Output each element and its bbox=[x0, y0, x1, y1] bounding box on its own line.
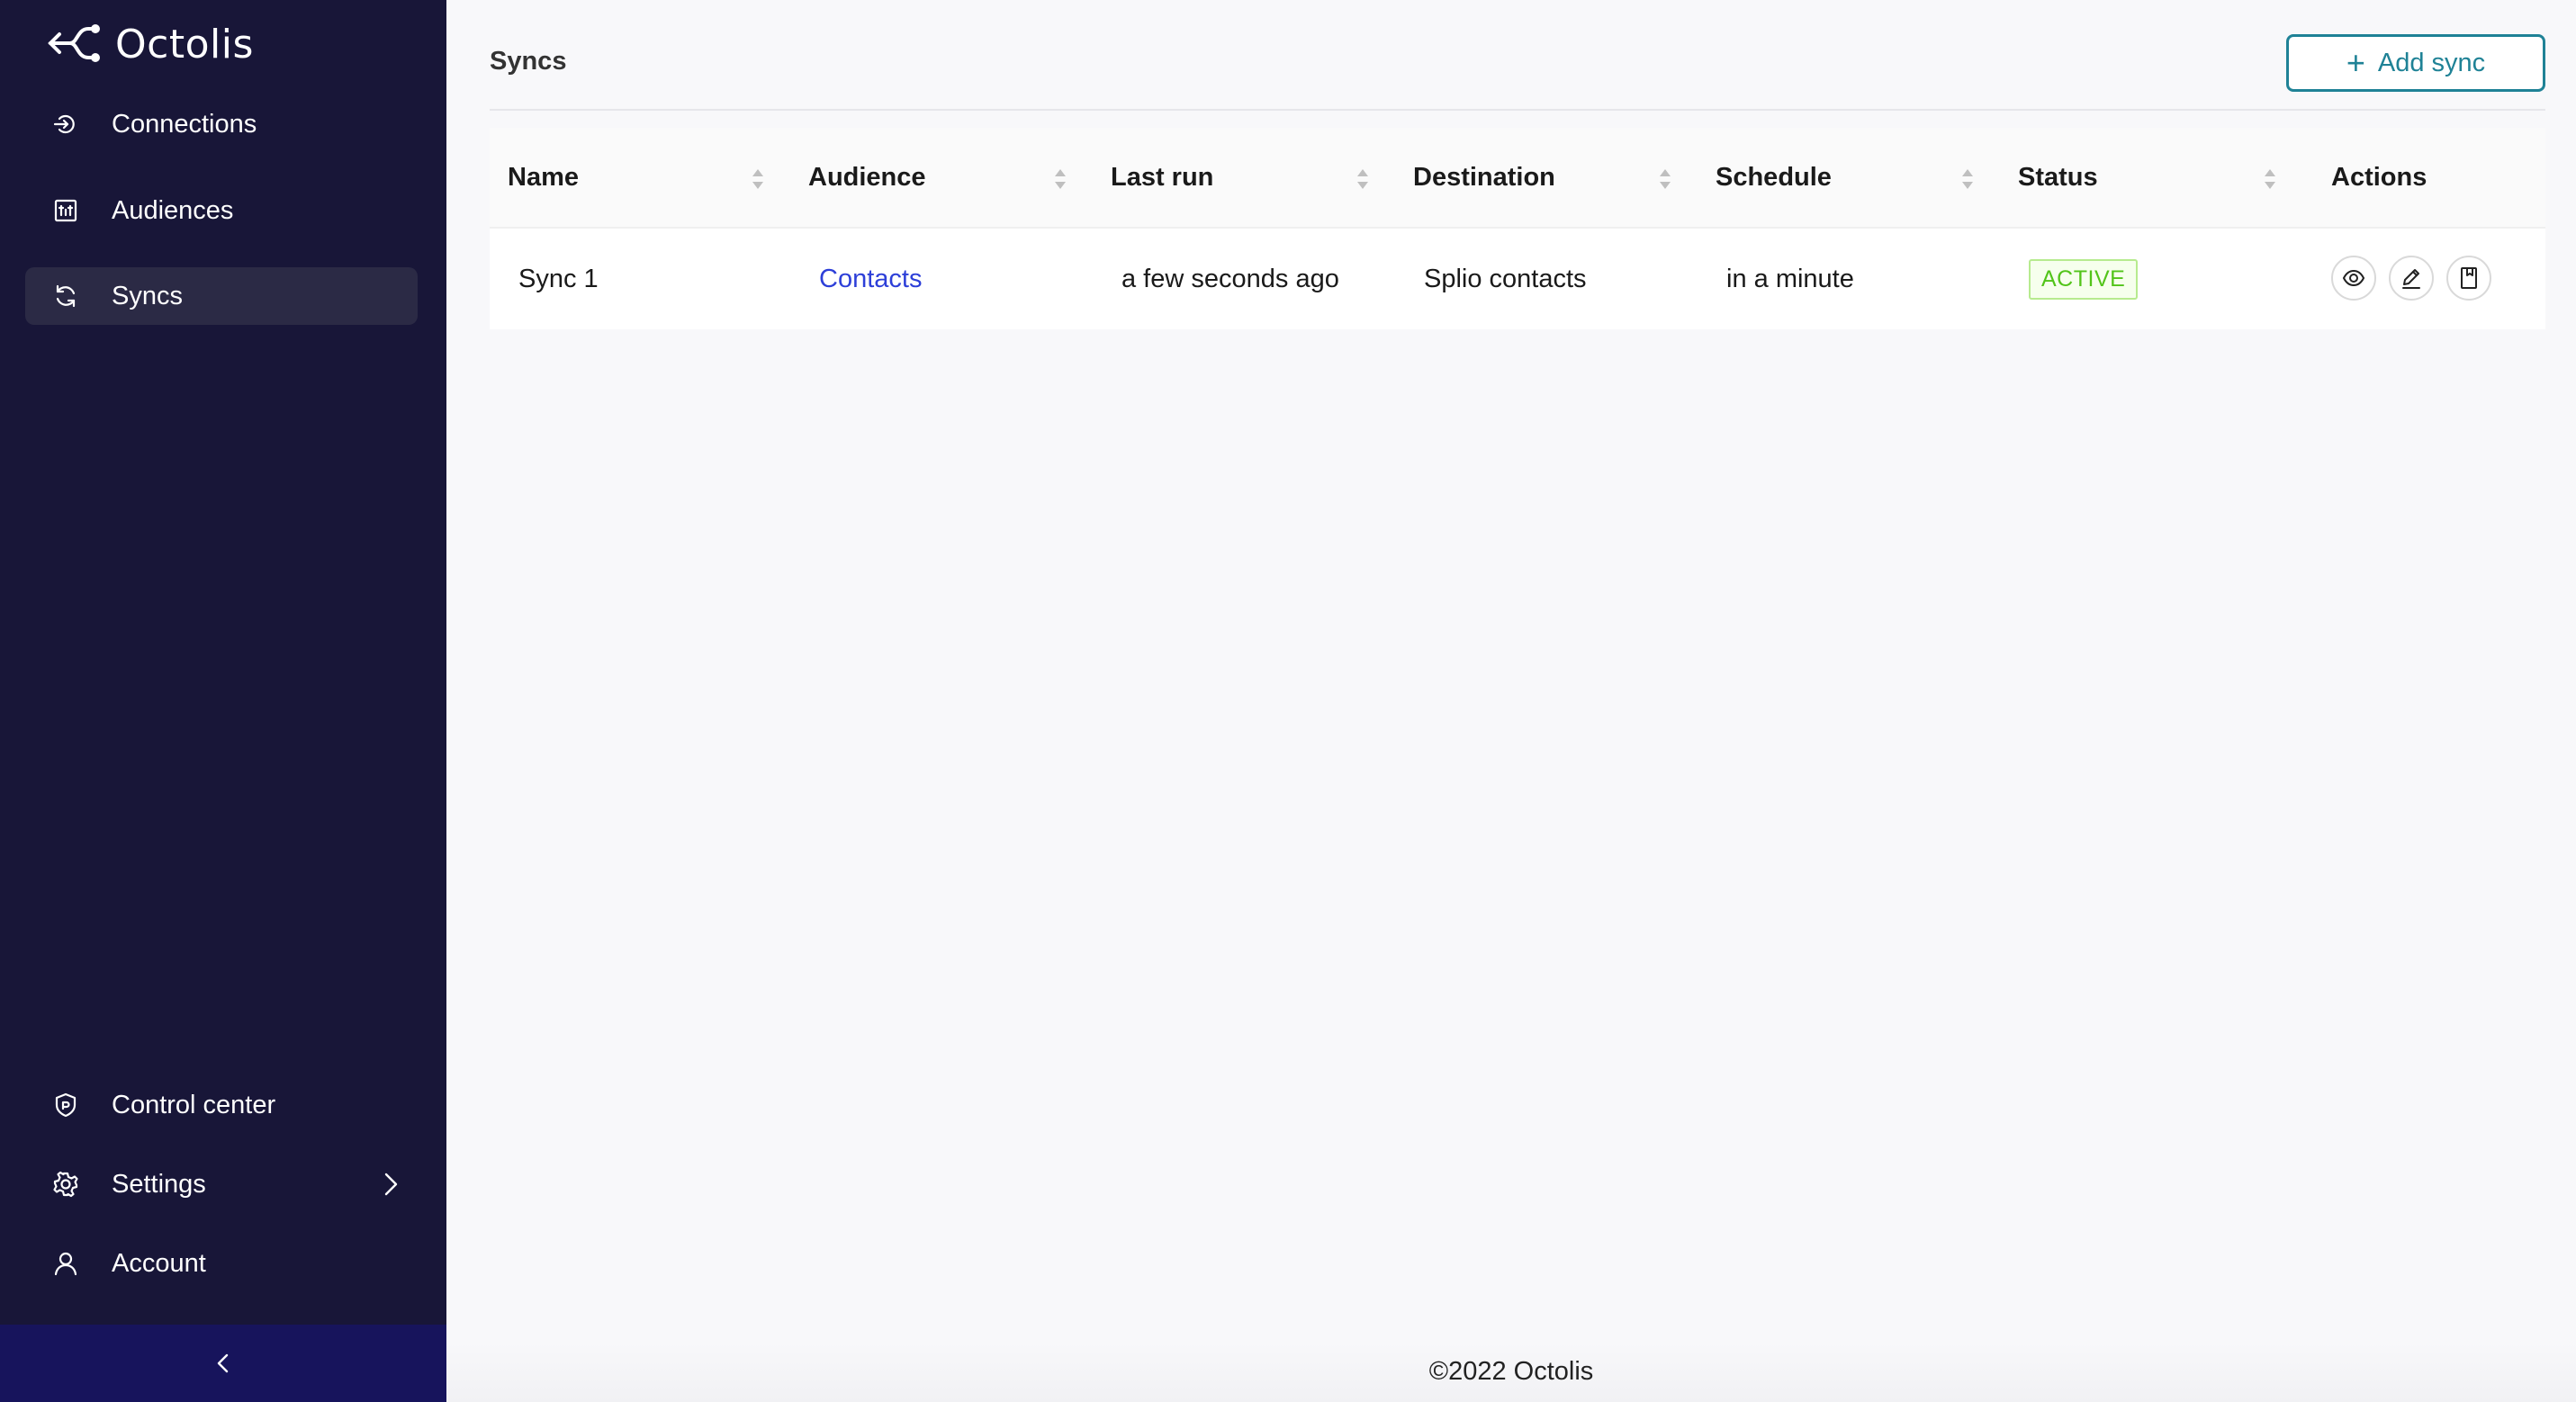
sidebar: Octolis Connections Audiences Syncs Cont… bbox=[0, 0, 446, 1402]
octolis-logo-icon bbox=[47, 20, 101, 69]
shield-icon bbox=[52, 1092, 79, 1119]
main-content: Syncs + Add sync Name Audience Last run … bbox=[446, 0, 2576, 1402]
cell-name: Sync 1 bbox=[518, 264, 599, 293]
sidebar-item-control-center[interactable]: Control center bbox=[25, 1076, 418, 1134]
sort-icon[interactable] bbox=[1960, 166, 1975, 193]
sidebar-item-label: Control center bbox=[112, 1090, 276, 1119]
sidebar-item-audiences[interactable]: Audiences bbox=[25, 182, 418, 239]
app-name: Octolis bbox=[115, 21, 254, 67]
cell-destination: Splio contacts bbox=[1424, 264, 1587, 293]
sort-icon[interactable] bbox=[751, 166, 765, 193]
gear-icon bbox=[52, 1171, 79, 1198]
audience-icon bbox=[52, 197, 79, 224]
chevron-left-icon bbox=[217, 1353, 229, 1373]
sidebar-item-label: Account bbox=[112, 1248, 206, 1278]
collapse-sidebar-button[interactable] bbox=[0, 1325, 446, 1402]
sidebar-item-label: Syncs bbox=[112, 281, 183, 310]
document-icon bbox=[2461, 267, 2477, 289]
column-header-last-run[interactable]: Last run bbox=[1111, 127, 1213, 228]
sort-icon[interactable] bbox=[1053, 166, 1067, 193]
sort-icon[interactable] bbox=[2263, 166, 2277, 193]
user-icon bbox=[52, 1250, 79, 1277]
sort-icon[interactable] bbox=[1658, 166, 1672, 193]
sort-icon[interactable] bbox=[1356, 166, 1370, 193]
syncs-table: Name Audience Last run Destination Sched… bbox=[490, 128, 2545, 329]
chevron-right-icon bbox=[384, 1173, 398, 1196]
app-logo[interactable]: Octolis bbox=[47, 22, 254, 67]
sidebar-item-account[interactable]: Account bbox=[25, 1235, 418, 1292]
sidebar-item-label: Audiences bbox=[112, 195, 234, 225]
eye-icon bbox=[2342, 269, 2365, 287]
copyright-text: ©2022 Octolis bbox=[1428, 1356, 1594, 1386]
edit-icon bbox=[2402, 269, 2420, 289]
cell-last-run: a few seconds ago bbox=[1121, 264, 1339, 293]
divider bbox=[490, 109, 2545, 111]
cell-audience-link[interactable]: Contacts bbox=[819, 229, 922, 329]
add-sync-label: Add sync bbox=[2377, 48, 2486, 77]
sync-icon bbox=[52, 283, 79, 310]
document-button[interactable] bbox=[2446, 256, 2491, 301]
sidebar-item-label: Connections bbox=[112, 109, 257, 139]
sidebar-item-settings[interactable]: Settings bbox=[25, 1155, 418, 1213]
view-button[interactable] bbox=[2331, 256, 2376, 301]
table-header: Name Audience Last run Destination Sched… bbox=[490, 128, 2545, 229]
column-header-actions: Actions bbox=[2331, 162, 2427, 192]
footer: ©2022 Octolis bbox=[446, 1341, 2576, 1402]
cell-schedule: in a minute bbox=[1726, 264, 1854, 293]
plus-icon: + bbox=[2346, 44, 2365, 81]
edit-button[interactable] bbox=[2389, 256, 2434, 301]
sidebar-item-connections[interactable]: Connections bbox=[25, 95, 418, 153]
column-header-name[interactable]: Name bbox=[508, 127, 579, 228]
column-header-status[interactable]: Status bbox=[2018, 127, 2098, 228]
column-header-schedule[interactable]: Schedule bbox=[1716, 127, 1832, 228]
cell-status: ACTIVE bbox=[2029, 229, 2139, 329]
column-header-destination[interactable]: Destination bbox=[1413, 127, 1555, 228]
sidebar-item-syncs[interactable]: Syncs bbox=[25, 267, 418, 325]
table-row[interactable]: Sync 1 Contacts a few seconds ago Splio … bbox=[490, 229, 2545, 329]
page-title: Syncs bbox=[490, 47, 567, 76]
sidebar-item-label: Settings bbox=[112, 1169, 206, 1199]
column-header-audience[interactable]: Audience bbox=[808, 127, 926, 228]
add-sync-button[interactable]: + Add sync bbox=[2286, 34, 2545, 92]
login-icon bbox=[52, 111, 79, 138]
status-badge: ACTIVE bbox=[2029, 258, 2139, 300]
